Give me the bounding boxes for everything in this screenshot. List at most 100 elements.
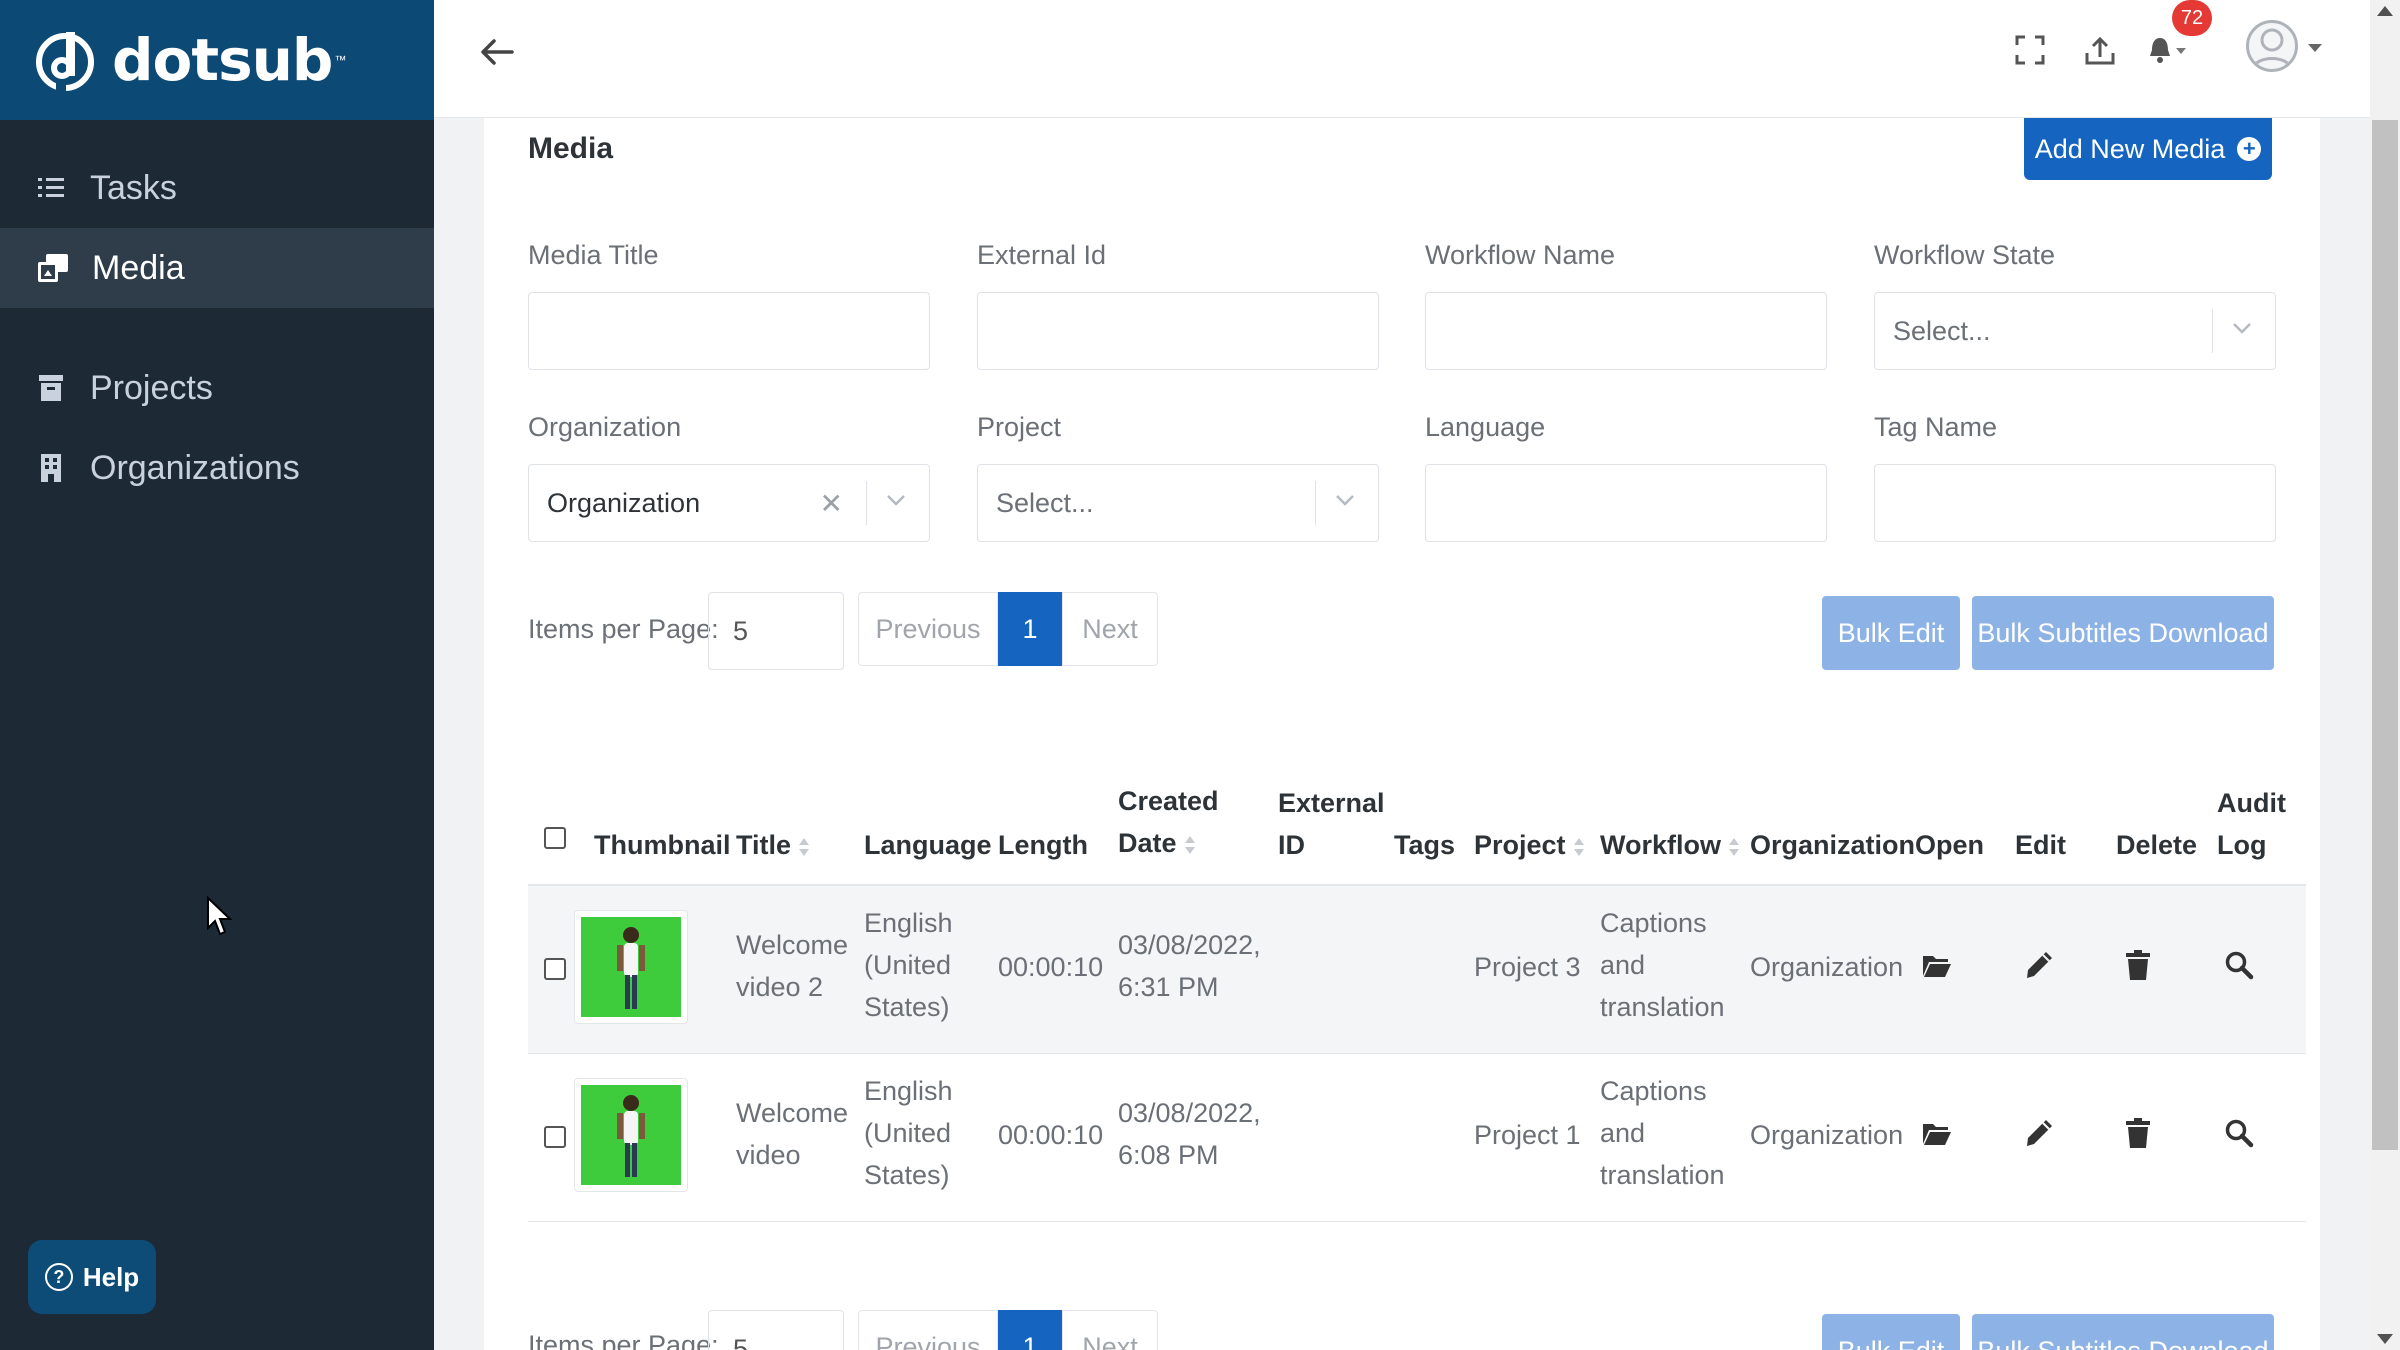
row-project: Project 1	[1474, 1120, 1581, 1150]
fullscreen-icon[interactable]	[2010, 30, 2050, 70]
row-project: Project 3	[1474, 952, 1581, 982]
folder-open-icon[interactable]	[1922, 952, 1952, 982]
sidebar-item-label: Organizations	[90, 448, 300, 487]
project-select[interactable]: Select...	[977, 464, 1379, 542]
col-tags: Tags	[1394, 830, 1456, 860]
workflow-name-label: Workflow Name	[1425, 240, 1616, 270]
help-label: Help	[82, 1261, 140, 1292]
sort-icon[interactable]	[1184, 835, 1195, 855]
items-per-page-label-bottom: Items per Page:	[528, 1330, 719, 1350]
col-project[interactable]: Project	[1474, 824, 1584, 866]
trash-delete-icon[interactable]	[2126, 1118, 2156, 1148]
language-input[interactable]	[1425, 464, 1827, 542]
next-page-button[interactable]: Next	[1062, 592, 1158, 666]
notifications-bell-icon[interactable]	[2148, 30, 2188, 70]
col-length: Length	[998, 830, 1088, 860]
pagination: Previous 1 Next	[858, 592, 1158, 666]
col-delete: Delete	[2116, 830, 2198, 860]
row-language: English (United States)	[864, 908, 953, 1022]
row-title: Welcome video 2	[736, 930, 849, 1002]
row-checkbox[interactable]	[544, 1126, 566, 1148]
help-button[interactable]: ? Help	[28, 1240, 156, 1314]
user-avatar[interactable]	[2246, 20, 2298, 72]
help-icon: ?	[44, 1263, 73, 1291]
row-workflow: Captions and translation	[1600, 908, 1725, 1022]
next-page-button[interactable]: Next	[1062, 1310, 1158, 1350]
brand-name: dotsub	[112, 26, 333, 94]
col-title[interactable]: Title	[736, 824, 810, 866]
col-created-date[interactable]: Created Date	[1118, 780, 1219, 864]
sidebar-item-tasks[interactable]: Tasks	[0, 148, 434, 228]
sort-icon[interactable]	[799, 837, 810, 857]
upload-icon[interactable]	[2080, 30, 2120, 70]
scrollbar-thumb[interactable]	[2372, 120, 2398, 1150]
media-card: Media Add New Media + Media Title Extern…	[484, 118, 2320, 1350]
trash-delete-icon[interactable]	[2126, 950, 2156, 980]
media-title-label: Media Title	[528, 240, 659, 270]
items-per-page-input-bottom[interactable]: 5	[708, 1310, 844, 1350]
magnifier-audit-icon[interactable]	[2224, 950, 2254, 980]
workflow-state-select[interactable]: Select...	[1874, 292, 2276, 370]
plus-circle-icon: +	[2237, 137, 2262, 161]
page-1-button[interactable]: 1	[998, 1310, 1062, 1350]
organization-label: Organization	[528, 412, 682, 442]
workflow-name-input[interactable]	[1425, 292, 1827, 370]
tag-name-input[interactable]	[1874, 464, 2276, 542]
workflow-state-label: Workflow State	[1874, 240, 2056, 270]
back-arrow-icon[interactable]	[476, 30, 520, 74]
row-length: 00:00:10	[998, 952, 1104, 982]
media-thumbnail[interactable]	[574, 1078, 688, 1192]
col-external-id: External ID	[1278, 788, 1385, 860]
items-per-page-label: Items per Page:	[528, 614, 719, 644]
col-language: Language	[864, 830, 992, 860]
col-open: Open	[1915, 830, 1985, 860]
sidebar-item-organizations[interactable]: Organizations	[0, 428, 434, 508]
bulk-edit-button[interactable]: Bulk Edit	[1822, 596, 1960, 670]
thumbnail-image	[581, 917, 681, 1017]
sidebar-item-projects[interactable]: Projects	[0, 348, 434, 428]
previous-page-button[interactable]: Previous	[858, 1310, 998, 1350]
row-checkbox[interactable]	[544, 958, 566, 980]
scroll-up-icon[interactable]	[2377, 6, 2393, 16]
brand-logo[interactable]: dotsub ™	[0, 0, 434, 120]
col-audit-log: Audit Log	[2217, 788, 2286, 860]
sidebar-item-media[interactable]: Media	[0, 228, 434, 308]
top-bar: 72	[434, 0, 2370, 118]
external-id-input[interactable]	[977, 292, 1379, 370]
media-title-input[interactable]	[528, 292, 930, 370]
chevron-down-icon	[1332, 487, 1358, 513]
organization-value: Organization	[547, 487, 701, 518]
media-thumbnail[interactable]	[574, 910, 688, 1024]
row-organization: Organization	[1750, 1120, 1904, 1150]
chevron-down-icon	[2229, 315, 2255, 341]
col-workflow[interactable]: Workflow	[1600, 824, 1739, 866]
sort-icon[interactable]	[1729, 837, 1739, 857]
row-language: English (United States)	[864, 1076, 953, 1190]
bulk-subtitles-download-button-bottom[interactable]: Bulk Subtitles Download	[1972, 1314, 2274, 1350]
add-new-media-button[interactable]: Add New Media +	[2024, 118, 2272, 180]
row-created-date: 03/08/2022, 6:31 PM	[1118, 930, 1261, 1002]
organization-select[interactable]: Organization ✕	[528, 464, 930, 542]
col-organization: Organization	[1750, 830, 1916, 860]
sidebar-item-label: Projects	[90, 368, 213, 407]
brand-tm: ™	[334, 53, 347, 67]
workflow-state-placeholder: Select...	[1893, 315, 1991, 346]
page-1-button[interactable]: 1	[998, 592, 1062, 666]
folder-open-icon[interactable]	[1922, 1120, 1952, 1150]
previous-page-button[interactable]: Previous	[858, 592, 998, 666]
bulk-edit-button-bottom[interactable]: Bulk Edit	[1822, 1314, 1960, 1350]
organizations-icon	[36, 453, 66, 483]
col-thumbnail: Thumbnail	[594, 830, 731, 860]
select-all-checkbox[interactable]	[544, 827, 566, 849]
clear-x-icon[interactable]: ✕	[820, 487, 843, 520]
avatar-dropdown-caret-icon[interactable]	[2308, 44, 2322, 52]
bulk-subtitles-download-button[interactable]: Bulk Subtitles Download	[1972, 596, 2274, 670]
items-per-page-input[interactable]: 5	[708, 592, 844, 670]
project-label: Project	[977, 412, 1062, 442]
scroll-down-icon[interactable]	[2377, 1334, 2393, 1344]
row-workflow: Captions and translation	[1600, 1076, 1725, 1190]
pencil-edit-icon[interactable]	[2024, 1118, 2054, 1148]
sort-icon[interactable]	[1573, 837, 1584, 857]
magnifier-audit-icon[interactable]	[2224, 1118, 2254, 1148]
pencil-edit-icon[interactable]	[2024, 950, 2054, 980]
